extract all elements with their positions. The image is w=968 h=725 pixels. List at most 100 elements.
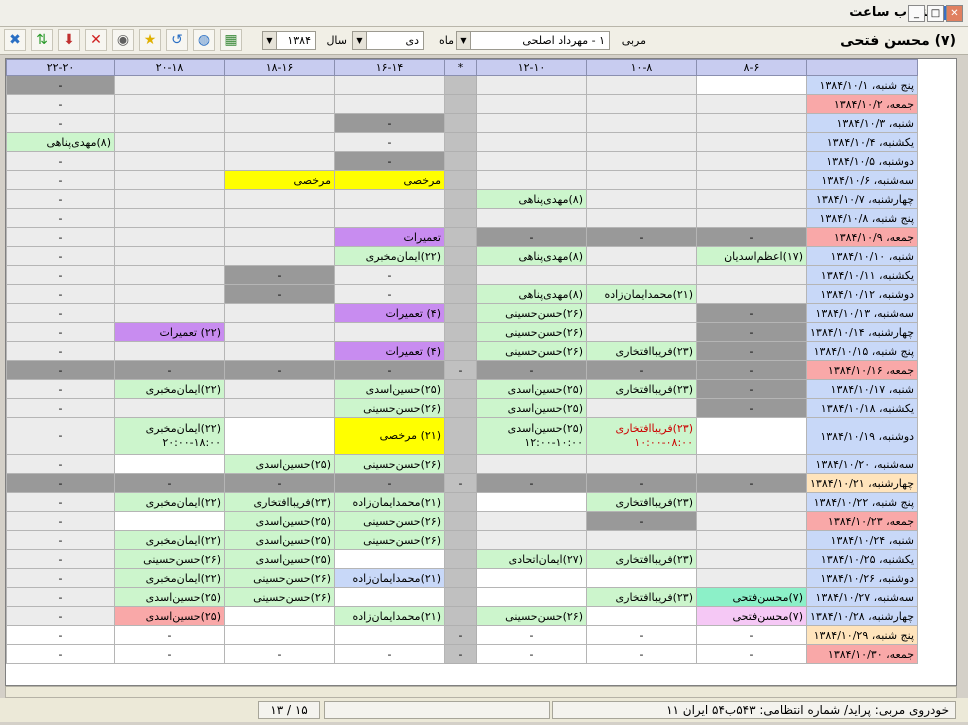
time-slot-cell[interactable]: - (696, 322, 807, 342)
time-slot-cell[interactable] (444, 587, 477, 607)
time-slot-cell[interactable] (696, 492, 807, 512)
time-slot-cell[interactable] (444, 379, 477, 399)
time-slot-cell[interactable]: - (224, 265, 335, 285)
time-slot-cell[interactable]: - (6, 417, 115, 455)
time-slot-cell[interactable]: - (6, 530, 115, 550)
time-slot-cell[interactable]: (۸)مهدی‌پناهی (6, 132, 115, 152)
time-slot-cell[interactable]: (۲۲) تعمیرات (114, 322, 225, 342)
maximize-button[interactable]: □ (927, 5, 944, 22)
time-slot-cell[interactable]: - (444, 644, 477, 664)
time-slot-cell[interactable]: (۲۵)حسین‌اسدی (476, 398, 587, 418)
time-slot-cell[interactable] (476, 454, 587, 474)
time-slot-cell[interactable]: - (6, 151, 115, 171)
time-slot-cell[interactable] (696, 511, 807, 531)
time-slot-cell[interactable]: - (6, 208, 115, 228)
time-slot-cell[interactable] (334, 625, 445, 645)
time-slot-cell[interactable]: - (696, 625, 807, 645)
time-slot-cell[interactable] (114, 265, 225, 285)
time-slot-cell[interactable] (586, 94, 697, 114)
time-slot-cell[interactable]: - (696, 360, 807, 380)
time-slot-cell[interactable] (444, 417, 477, 455)
time-slot-cell[interactable] (334, 189, 445, 209)
year-dropdown-arrow[interactable]: ▼ (262, 31, 277, 50)
time-slot-cell[interactable]: - (6, 454, 115, 474)
time-slot-cell[interactable]: - (6, 511, 115, 531)
month-dropdown-arrow[interactable]: ▼ (352, 31, 367, 50)
time-slot-cell[interactable] (114, 113, 225, 133)
time-slot-cell[interactable]: (۲۵)حسین‌اسدی (224, 454, 335, 474)
time-slot-cell[interactable]: - (476, 227, 587, 247)
time-slot-cell[interactable] (114, 151, 225, 171)
time-slot-cell[interactable] (114, 284, 225, 304)
time-slot-cell[interactable] (696, 113, 807, 133)
time-slot-cell[interactable] (444, 341, 477, 361)
time-slot-cell[interactable]: - (6, 189, 115, 209)
exit-icon[interactable]: ✖ (4, 29, 26, 51)
time-slot-cell[interactable] (696, 94, 807, 114)
time-slot-cell[interactable] (114, 189, 225, 209)
time-slot-cell[interactable]: (۲۲)ایمان‌مخبری ۲۰:۰۰-۱۸:۰۰ (114, 417, 225, 455)
time-slot-cell[interactable] (444, 265, 477, 285)
time-slot-cell[interactable] (224, 94, 335, 114)
time-slot-cell[interactable]: (۸)مهدی‌پناهی (476, 189, 587, 209)
time-slot-cell[interactable]: (۲۱) مرخصی (334, 417, 445, 455)
time-slot-cell[interactable] (444, 284, 477, 304)
time-slot-cell[interactable]: (۲۶)حسن‌حسینی (334, 511, 445, 531)
time-slot-cell[interactable]: - (6, 341, 115, 361)
time-slot-cell[interactable] (444, 511, 477, 531)
time-slot-cell[interactable] (586, 265, 697, 285)
time-slot-cell[interactable] (586, 303, 697, 323)
time-slot-cell[interactable] (444, 530, 477, 550)
time-slot-cell[interactable]: - (224, 644, 335, 664)
time-slot-cell[interactable] (224, 398, 335, 418)
time-slot-cell[interactable]: (۲۶)حسن‌حسینی (476, 322, 587, 342)
time-slot-cell[interactable] (224, 322, 335, 342)
time-slot-cell[interactable]: - (696, 473, 807, 493)
time-slot-cell[interactable]: (۲۲)ایمان‌مخبری (334, 246, 445, 266)
time-slot-cell[interactable]: (۲۱)محمدایمان‌زاده (334, 492, 445, 512)
time-slot-cell[interactable] (586, 568, 697, 588)
time-slot-cell[interactable] (586, 530, 697, 550)
time-slot-cell[interactable] (334, 94, 445, 114)
time-slot-cell[interactable]: (۲۵)حسین‌اسدی (224, 511, 335, 531)
time-slot-cell[interactable]: - (476, 625, 587, 645)
time-slot-cell[interactable]: (۲۳)فریباافتخاری (586, 341, 697, 361)
time-slot-cell[interactable] (444, 398, 477, 418)
time-slot-cell[interactable] (696, 417, 807, 455)
time-slot-cell[interactable] (334, 75, 445, 95)
time-slot-cell[interactable] (114, 227, 225, 247)
time-slot-cell[interactable]: (۷)محسن‌فتحی (696, 606, 807, 626)
time-slot-cell[interactable] (476, 113, 587, 133)
time-slot-cell[interactable]: - (6, 473, 115, 493)
time-slot-cell[interactable]: - (114, 625, 225, 645)
time-slot-cell[interactable] (224, 75, 335, 95)
time-slot-cell[interactable] (696, 75, 807, 95)
horizontal-scrollbar[interactable] (5, 686, 957, 698)
time-slot-cell[interactable]: - (6, 94, 115, 114)
time-slot-cell[interactable]: (۱۷)اعظم‌اسدیان (696, 246, 807, 266)
time-slot-cell[interactable]: (۲۳)فریباافتخاری (586, 587, 697, 607)
time-slot-cell[interactable]: - (224, 360, 335, 380)
time-slot-cell[interactable]: - (696, 303, 807, 323)
time-slot-cell[interactable]: - (6, 606, 115, 626)
time-slot-cell[interactable]: (۸)مهدی‌پناهی (476, 284, 587, 304)
time-slot-cell[interactable]: - (6, 284, 115, 304)
time-slot-cell[interactable]: - (586, 511, 697, 531)
time-slot-cell[interactable]: (۲۵)حسین‌اسدی (224, 530, 335, 550)
time-slot-cell[interactable]: (۲۳)فریباافتخاری (586, 379, 697, 399)
time-slot-cell[interactable]: - (114, 644, 225, 664)
time-slot-cell[interactable] (696, 568, 807, 588)
time-slot-cell[interactable] (586, 398, 697, 418)
time-slot-cell[interactable]: مرخصی (334, 170, 445, 190)
transfer-icon[interactable]: ⇅ (31, 29, 53, 51)
time-slot-cell[interactable] (476, 132, 587, 152)
time-slot-cell[interactable] (444, 151, 477, 171)
time-slot-cell[interactable]: - (6, 398, 115, 418)
time-slot-cell[interactable] (476, 208, 587, 228)
time-slot-cell[interactable]: - (476, 473, 587, 493)
time-slot-cell[interactable] (444, 132, 477, 152)
time-slot-cell[interactable] (444, 189, 477, 209)
time-slot-cell[interactable] (444, 246, 477, 266)
time-slot-cell[interactable] (444, 492, 477, 512)
time-slot-cell[interactable] (334, 549, 445, 569)
